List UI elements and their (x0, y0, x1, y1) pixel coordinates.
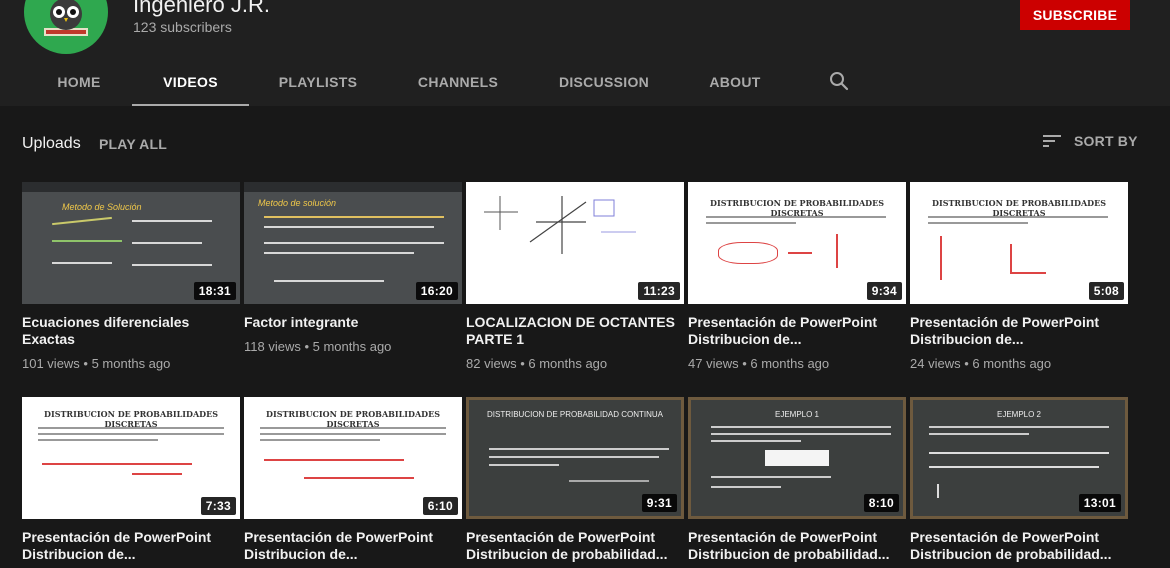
thumbnail-text: DISTRIBUCION DE PROBABILIDADES DISCRETAS (44, 409, 218, 429)
video-card[interactable]: DISTRIBUCION DE PROBABILIDADES DISCRETAS… (910, 182, 1128, 371)
video-card[interactable]: EJEMPLO 2 13:01 Presentación de PowerPoi… (910, 397, 1128, 563)
video-duration: 16:20 (415, 282, 458, 300)
video-thumbnail[interactable]: DISTRIBUCION DE PROBABILIDADES DISCRETAS… (244, 397, 462, 519)
subscribe-button[interactable]: SUBSCRIBE (1020, 0, 1130, 30)
tab-home[interactable]: HOME (48, 58, 110, 106)
video-title[interactable]: Ecuaciones diferenciales Exactas (22, 314, 240, 348)
video-title[interactable]: Presentación de PowerPoint Distribucion … (244, 529, 462, 563)
video-title[interactable]: Presentación de PowerPoint Distribucion … (688, 529, 906, 563)
video-duration: 18:31 (193, 282, 236, 300)
video-title[interactable]: Presentación de PowerPoint Distribucion … (910, 314, 1128, 348)
channel-avatar[interactable] (24, 0, 108, 54)
tab-channels[interactable]: CHANNELS (410, 58, 506, 106)
thumbnail-text: DISTRIBUCION DE PROBABILIDADES DISCRETAS (266, 409, 440, 429)
video-duration: 11:23 (638, 282, 680, 300)
video-thumbnail[interactable]: Metodo de Solución 18:31 (22, 182, 240, 304)
thumbnail-text: Metodo de solución (258, 198, 337, 208)
thumbnail-text: DISTRIBUCION DE PROBABILIDADES DISCRETAS (932, 198, 1106, 218)
thumbnail-text: EJEMPLO 1 (774, 410, 819, 419)
sort-icon (1043, 135, 1061, 147)
video-duration: 9:34 (866, 282, 902, 300)
video-card[interactable]: Metodo de Solución 18:31 Ecuaciones dife… (22, 182, 240, 371)
tab-discussion[interactable]: DISCUSSION (550, 58, 658, 106)
video-card[interactable]: DISTRIBUCION DE PROBABILIDADES DISCRETAS… (22, 397, 240, 563)
video-meta: 47 views • 6 months ago (688, 356, 830, 371)
video-title[interactable]: Presentación de PowerPoint Distribucion … (466, 529, 684, 563)
video-thumbnail[interactable]: EJEMPLO 1 8:10 (688, 397, 906, 519)
channel-name: Ingeniero J.R. (133, 0, 270, 17)
video-duration: 9:31 (641, 494, 677, 512)
video-thumbnail[interactable]: Metodo de solución 16:20 (244, 182, 462, 304)
video-duration: 6:10 (422, 497, 458, 515)
thumbnail-text: Metodo de Solución (62, 202, 142, 212)
subscriber-count: 123 subscribers (133, 19, 232, 35)
video-meta: 101 views • 5 months ago (22, 356, 171, 371)
video-duration: 5:08 (1088, 282, 1124, 300)
thumbnail-text: DISTRIBUCION DE PROBABILIDADES DISCRETAS (710, 198, 884, 218)
video-thumbnail[interactable]: 11:23 (466, 182, 684, 304)
video-title[interactable]: Presentación de PowerPoint Distribucion … (910, 529, 1128, 563)
video-title[interactable]: Presentación de PowerPoint Distribucion … (688, 314, 906, 348)
play-all-button[interactable]: PLAY ALL (99, 136, 167, 152)
video-thumbnail[interactable]: DISTRIBUCION DE PROBABILIDAD CONTINUA 9:… (466, 397, 684, 519)
video-card[interactable]: DISTRIBUCION DE PROBABILIDAD CONTINUA 9:… (466, 397, 684, 563)
video-title[interactable]: LOCALIZACION DE OCTANTES PARTE 1 (466, 314, 684, 348)
video-duration: 8:10 (863, 494, 899, 512)
sort-by-button[interactable]: SORT BY (1042, 133, 1138, 149)
tab-videos[interactable]: VIDEOS (132, 58, 249, 106)
video-duration: 13:01 (1078, 494, 1121, 512)
video-card[interactable]: 11:23 LOCALIZACION DE OCTANTES PARTE 1 8… (466, 182, 684, 371)
video-card[interactable]: EJEMPLO 1 8:10 Presentación de PowerPoin… (688, 397, 906, 563)
thumbnail-text: EJEMPLO 2 (996, 410, 1041, 419)
video-meta: 82 views • 6 months ago (466, 356, 608, 371)
video-title[interactable]: Presentación de PowerPoint Distribucion … (22, 529, 240, 563)
video-thumbnail[interactable]: DISTRIBUCION DE PROBABILIDADES DISCRETAS… (910, 182, 1128, 304)
owl-icon (44, 0, 88, 36)
video-meta: 118 views • 5 months ago (244, 339, 392, 354)
video-card[interactable]: Metodo de solución 16:20 Factor integran… (244, 182, 462, 354)
thumbnail-text: DISTRIBUCION DE PROBABILIDAD CONTINUA (486, 410, 664, 419)
search-icon[interactable] (827, 69, 851, 93)
video-thumbnail[interactable]: DISTRIBUCION DE PROBABILIDADES DISCRETAS… (22, 397, 240, 519)
channel-header: Ingeniero J.R. 123 subscribers SUBSCRIBE… (0, 0, 1170, 106)
video-title[interactable]: Factor integrante (244, 314, 462, 331)
tab-playlists[interactable]: PLAYLISTS (270, 58, 366, 106)
video-meta: 24 views • 6 months ago (910, 356, 1052, 371)
video-card[interactable]: DISTRIBUCION DE PROBABILIDADES DISCRETAS… (688, 182, 906, 371)
sort-by-label: SORT BY (1074, 133, 1138, 149)
uploads-title: Uploads (22, 135, 81, 152)
video-card[interactable]: DISTRIBUCION DE PROBABILIDADES DISCRETAS… (244, 397, 462, 563)
video-duration: 7:33 (200, 497, 236, 515)
video-thumbnail[interactable]: DISTRIBUCION DE PROBABILIDADES DISCRETAS… (688, 182, 906, 304)
video-thumbnail[interactable]: EJEMPLO 2 13:01 (910, 397, 1128, 519)
tab-about[interactable]: ABOUT (700, 58, 770, 106)
